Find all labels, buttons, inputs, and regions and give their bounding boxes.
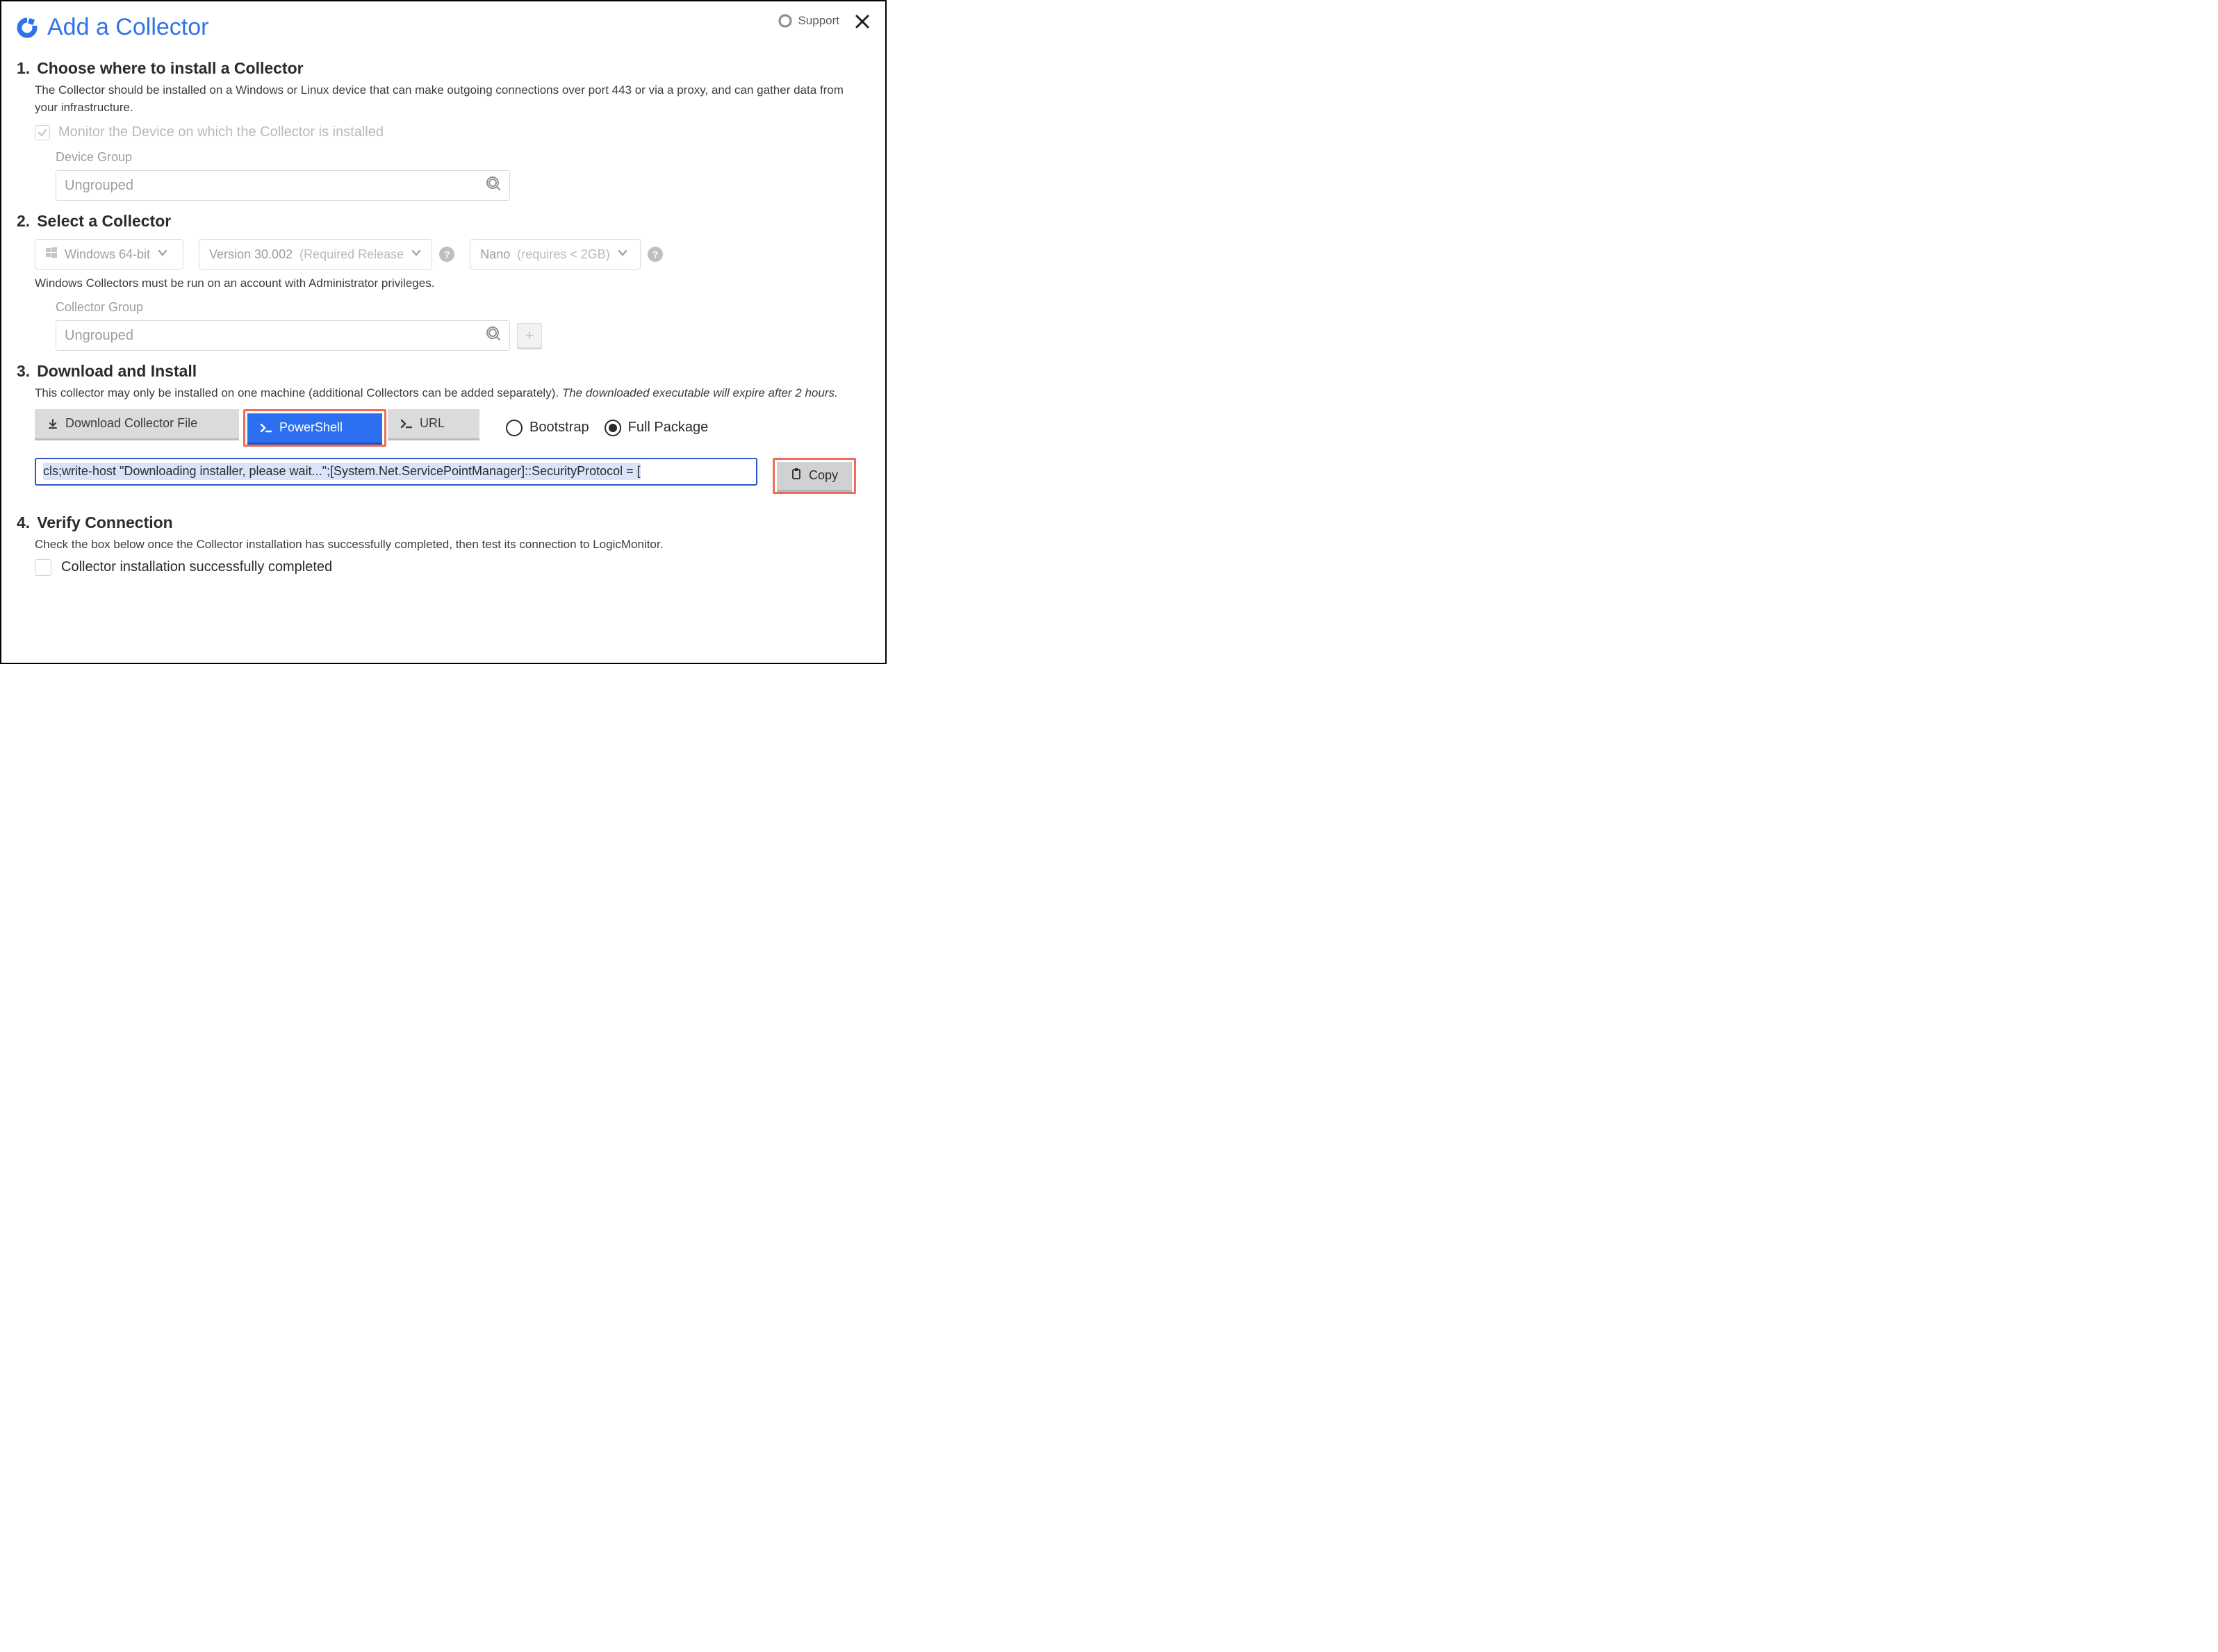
powershell-label: PowerShell [279,420,343,435]
copy-label: Copy [809,468,838,483]
os-label: Windows 64-bit [65,247,150,262]
collector-group-select[interactable]: Ungrouped [56,320,510,351]
check-icon [38,128,47,138]
chevron-down-icon [157,247,168,262]
step-2-heading: 2. Select a Collector [17,212,870,231]
step-2-title: Select a Collector [37,212,171,231]
radio-icon [605,420,621,436]
version-label-a: Version 30.002 [209,247,293,262]
magnifier-icon [486,326,501,345]
install-complete-checkbox[interactable]: Collector installation successfully comp… [35,559,870,576]
plus-icon: + [525,327,534,345]
size-label-b: (requires < 2GB) [517,247,610,262]
copy-highlight: Copy [773,458,856,494]
device-group-select[interactable]: Ungrouped [56,170,510,201]
step-3-title: Download and Install [37,362,197,381]
download-segmented: Download Collector File PowerShell [35,409,479,447]
page-title: Add a Collector [47,14,208,41]
install-complete-label: Collector installation successfully comp… [61,559,332,575]
clipboard-icon [791,468,802,484]
step-2: 2. Select a Collector Windows 64-bit [17,212,870,351]
download-file-label: Download Collector File [65,416,197,431]
brand: Add a Collector [17,14,208,41]
terminal-icon [400,419,413,429]
copy-button[interactable]: Copy [777,462,852,490]
collector-group-field: Collector Group Ungrouped + [56,300,870,351]
checkbox-icon [35,559,51,576]
chevron-down-icon [411,247,422,262]
command-input[interactable]: cls;write-host "Downloading installer, p… [35,458,757,486]
step-2-num: 2. [17,212,30,231]
help-icon: ? [444,249,450,260]
dialog-add-collector: Add a Collector Support [0,0,887,664]
radio-bootstrap[interactable]: Bootstrap [506,420,589,436]
add-collector-group-button[interactable]: + [517,323,542,348]
collector-group-label: Collector Group [56,300,870,315]
step-4-heading: 4. Verify Connection [17,513,870,532]
step-3: 3. Download and Install This collector m… [17,362,870,494]
size-help[interactable]: ? [648,247,663,262]
device-group-field: Device Group Ungrouped [56,150,870,201]
step-3-desc: This collector may only be installed on … [35,385,848,402]
download-row: Download Collector File PowerShell [35,409,870,447]
step-3-heading: 3. Download and Install [17,362,870,381]
size-label-a: Nano [480,247,510,262]
chevron-down-icon [617,247,628,262]
step-1-num: 1. [17,59,30,78]
radio-icon [506,420,523,436]
size-select[interactable]: Nano (requires < 2GB) [470,239,641,270]
url-label: URL [420,416,445,431]
download-icon [47,418,58,429]
command-text: cls;write-host "Downloading installer, p… [43,463,641,480]
step-3-desc-plain: This collector may only be installed on … [35,386,562,399]
step-1-heading: 1. Choose where to install a Collector [17,59,870,78]
step-3-desc-italic: The downloaded executable will expire af… [562,386,838,399]
os-select[interactable]: Windows 64-bit [35,239,183,270]
device-group-value: Ungrouped [65,178,133,194]
version-help[interactable]: ? [439,247,454,262]
package-radio-group: Bootstrap Full Package [506,420,708,436]
step-1: 1. Choose where to install a Collector T… [17,59,870,201]
magnifier-icon [486,176,501,195]
brand-icon [17,17,38,38]
download-file-button[interactable]: Download Collector File [35,409,239,438]
radio-full-package[interactable]: Full Package [605,420,709,436]
url-button[interactable]: URL [388,409,479,438]
monitor-device-checkbox: Monitor the Device on which the Collecto… [35,124,870,140]
monitor-device-label: Monitor the Device on which the Collecto… [58,124,384,140]
support-icon [778,14,792,28]
radio-full-label: Full Package [628,420,709,436]
step-4-num: 4. [17,513,30,532]
admin-note: Windows Collectors must be run on an acc… [35,276,870,290]
terminal-icon [260,423,272,433]
collector-group-value: Ungrouped [65,328,133,344]
step-1-title: Choose where to install a Collector [37,59,303,78]
windows-icon [45,247,58,263]
dialog-header: Add a Collector Support [17,14,870,41]
checkbox-icon [35,125,50,140]
close-button[interactable] [855,14,870,29]
step-4-title: Verify Connection [37,513,173,532]
version-label-b: (Required Release [299,247,404,262]
version-select[interactable]: Version 30.002 (Required Release [199,239,432,270]
step-4: 4. Verify Connection Check the box below… [17,513,870,576]
support-link[interactable]: Support [778,14,839,28]
help-icon: ? [652,249,659,260]
device-group-label: Device Group [56,150,870,165]
close-icon [855,14,870,29]
command-row: cls;write-host "Downloading installer, p… [35,458,870,494]
powershell-highlight: PowerShell [243,409,386,447]
step-4-desc: Check the box below once the Collector i… [35,536,848,554]
step-1-desc: The Collector should be installed on a W… [35,82,848,116]
collector-selectors: Windows 64-bit Version 30.002 (Required … [35,239,870,270]
step-3-num: 3. [17,362,30,381]
radio-bootstrap-label: Bootstrap [529,420,589,436]
powershell-button[interactable]: PowerShell [247,413,382,443]
support-label: Support [798,14,839,28]
steps: 1. Choose where to install a Collector T… [17,59,870,576]
